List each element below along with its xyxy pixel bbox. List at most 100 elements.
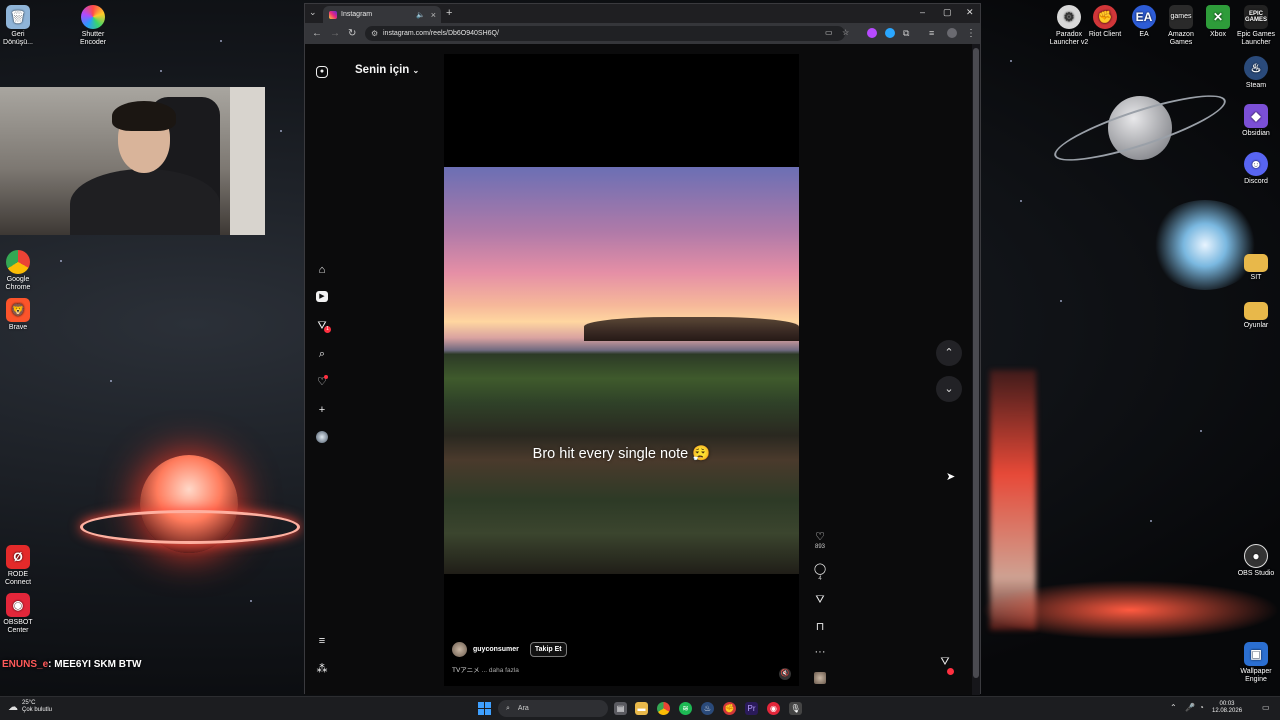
minimize-button[interactable]: –: [920, 7, 925, 17]
address-bar[interactable]: ⚙ instagram.com/reels/Db6O940SH6Q/: [365, 26, 845, 41]
network-icon[interactable]: ◔: [1199, 703, 1204, 712]
more-menu-icon[interactable]: ≡: [315, 634, 329, 648]
desktop-icon-wallpaper-engine[interactable]: ▣ Wallpaper Engine: [1222, 642, 1280, 684]
audio-thumbnail[interactable]: [814, 672, 826, 684]
tray-chevron-icon[interactable]: ⌃: [1170, 703, 1177, 712]
profile-avatar-icon[interactable]: [947, 28, 957, 38]
description-text: TVアニメ: [452, 667, 480, 674]
desktop-icon-brave[interactable]: 🦁 Brave: [0, 298, 52, 332]
extension-purple-icon[interactable]: [867, 28, 877, 38]
media-controls-icon[interactable]: ≡: [929, 28, 934, 38]
extension-blue-icon[interactable]: [885, 28, 895, 38]
desktop-icon-rode-connect[interactable]: Ø RODE Connect: [0, 545, 52, 587]
desktop-icon-label: Geri Dönüşü...: [3, 31, 33, 46]
tab-instagram[interactable]: Instagram 🔈 ×: [323, 6, 441, 23]
desktop-icon-label: Wallpaper Engine: [1240, 668, 1272, 683]
previous-reel-button[interactable]: ⌃: [936, 340, 962, 366]
start-button[interactable]: [478, 702, 491, 715]
next-reel-button[interactable]: ⌄: [936, 376, 962, 402]
premiere-icon[interactable]: Pr: [745, 702, 758, 715]
chrome-taskbar-icon[interactable]: [657, 702, 670, 715]
close-window-button[interactable]: ✕: [966, 7, 974, 18]
desktop-icon-folder-sit[interactable]: SIT: [1222, 250, 1280, 282]
search-icon[interactable]: ⌕: [315, 347, 329, 361]
like-count: 893: [814, 544, 825, 550]
extensions-icon[interactable]: ⧉: [903, 28, 909, 39]
site-info-icon[interactable]: ⚙: [371, 29, 378, 38]
reel-video[interactable]: Bro hit every single note 😮‍💨 guyconsume…: [444, 54, 799, 686]
tab-audio-icon[interactable]: 🔈: [416, 11, 425, 19]
desktop-icon-label: Epic Games Launcher: [1236, 31, 1276, 46]
reels-icon[interactable]: ▶: [316, 291, 328, 302]
bookmark-star-icon[interactable]: ☆: [842, 28, 849, 37]
back-icon[interactable]: ←: [312, 28, 322, 39]
taskbar: ☁ 25°C Çok bulutlu ⌕ Ara ▤ ▬ ≋ ♨ ✊ Pr ◉ 🎙…: [0, 696, 1280, 720]
desktop-icon-obs-studio[interactable]: ● OBS Studio: [1222, 544, 1280, 578]
notifications-tray-icon[interactable]: ▭: [1262, 703, 1270, 712]
menu-kebab-icon[interactable]: ⋮: [966, 28, 976, 39]
weather-widget[interactable]: ☁ 25°C Çok bulutlu: [8, 700, 52, 714]
author-username[interactable]: guyconsumer: [473, 646, 519, 653]
planet-ring: [80, 510, 300, 544]
reel-author: guyconsumer Takip Et: [452, 642, 567, 657]
obs-icon: ●: [1244, 544, 1268, 568]
microphone-app-icon[interactable]: 🎙: [789, 702, 802, 715]
desktop-icon-label: SIT: [1250, 274, 1262, 281]
profile-icon[interactable]: [316, 431, 328, 443]
author-avatar[interactable]: [452, 642, 467, 657]
feed-selector[interactable]: Senin için ⌄: [355, 64, 419, 76]
microphone-tray-icon[interactable]: 🎤: [1185, 703, 1195, 712]
also-from-meta-icon[interactable]: ⁂: [315, 662, 329, 676]
save-button[interactable]: ⊓: [812, 620, 828, 633]
desktop-icon-obsidian[interactable]: ◆ Obsidian: [1222, 104, 1280, 138]
obsbot-icon: ◉: [6, 593, 30, 617]
desktop-icon-discord[interactable]: ☻ Discord: [1222, 152, 1280, 186]
share-button[interactable]: ⛛: [812, 594, 828, 607]
chevron-down-icon: ⌄: [412, 66, 420, 75]
page-scrollbar[interactable]: [972, 44, 980, 695]
desktop-icon-label: OBSBOT Center: [3, 619, 33, 634]
steam-taskbar-icon[interactable]: ♨: [701, 702, 714, 715]
desktop-icon-folder-oyunlar[interactable]: Oyunlar: [1222, 298, 1280, 330]
share-icon: ⛛: [815, 594, 825, 606]
recycle-bin-icon: 🗑: [6, 5, 30, 29]
scrollbar-thumb[interactable]: [973, 48, 979, 678]
instagram-logo-icon[interactable]: ●: [316, 66, 328, 78]
desktop-icon-epic-games[interactable]: EPIC GAMES Epic Games Launcher: [1222, 5, 1280, 47]
obsbot-taskbar-icon[interactable]: ◉: [767, 702, 780, 715]
follow-button[interactable]: Takip Et: [529, 642, 567, 657]
desktop-icon-chrome[interactable]: Google Chrome: [0, 250, 52, 292]
file-explorer-icon[interactable]: ▬: [635, 702, 648, 715]
forward-icon[interactable]: →: [330, 28, 340, 39]
create-icon[interactable]: +: [315, 403, 329, 417]
obsidian-icon: ◆: [1244, 104, 1268, 128]
spotify-icon[interactable]: ≋: [679, 702, 692, 715]
cast-icon[interactable]: ▭: [825, 28, 833, 37]
home-icon[interactable]: ⌂: [315, 263, 329, 277]
mute-icon[interactable]: 🔇: [779, 668, 791, 680]
chrome-icon: [6, 250, 30, 274]
more-options-button[interactable]: ···: [812, 646, 828, 658]
streamer-body: [70, 169, 220, 235]
task-view-icon[interactable]: ▤: [614, 702, 627, 715]
epic-games-icon: EPIC GAMES: [1244, 5, 1268, 29]
tab-search-icon[interactable]: ⌄: [309, 7, 317, 18]
reload-icon[interactable]: ↻: [348, 28, 356, 39]
maximize-button[interactable]: ▢: [943, 7, 952, 18]
riot-taskbar-icon[interactable]: ✊: [723, 702, 736, 715]
reel-description: TVアニメ... daha fazla: [452, 664, 519, 674]
desktop-icon-recycle-bin[interactable]: 🗑 Geri Dönüşü...: [0, 5, 52, 47]
cloud-icon: ☁: [8, 701, 18, 713]
tab-close-icon[interactable]: ×: [431, 10, 436, 20]
like-button[interactable]: ♡ 893: [812, 530, 828, 550]
desktop-icon-obsbot[interactable]: ◉ OBSBOT Center: [0, 593, 52, 635]
more-link[interactable]: ... daha fazla: [482, 667, 519, 674]
desktop-icon-steam[interactable]: ♨ Steam: [1222, 56, 1280, 90]
new-tab-button[interactable]: +: [446, 7, 452, 19]
desktop-icon-shutter-encoder[interactable]: Shutter Encoder: [59, 5, 127, 47]
taskbar-search[interactable]: ⌕ Ara: [498, 700, 608, 717]
mouse-cursor-icon: ➤: [946, 471, 956, 483]
comment-button[interactable]: ◯ 4: [812, 562, 828, 582]
system-clock[interactable]: 00:03 12.08.2026: [1212, 701, 1242, 715]
shutter-encoder-icon: [81, 5, 105, 29]
